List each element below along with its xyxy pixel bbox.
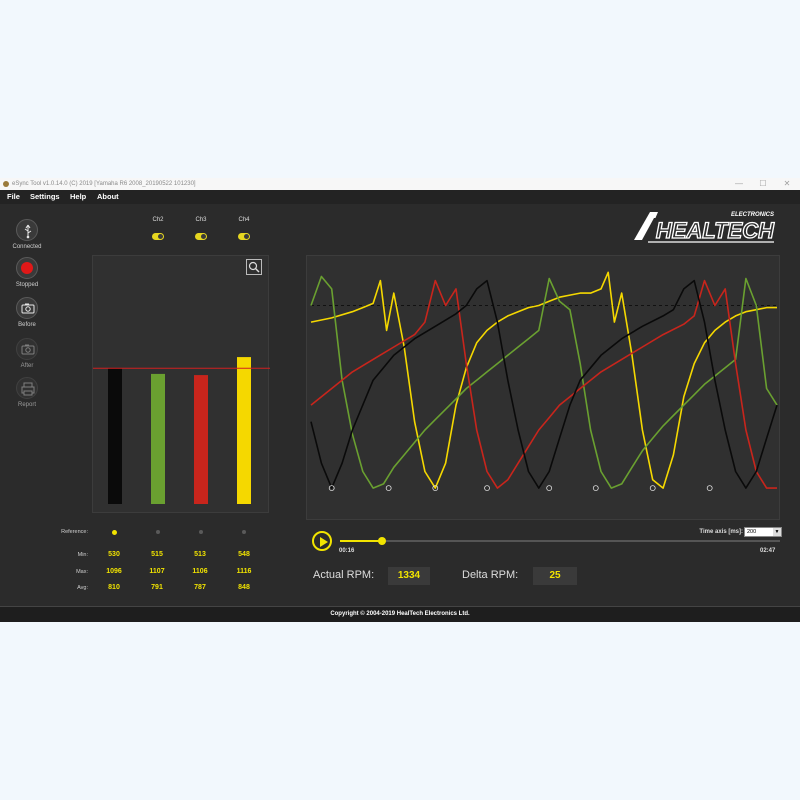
actual-rpm-value: 1334 xyxy=(388,567,430,585)
channel-label-ch3: Ch3 xyxy=(195,217,207,223)
usb-icon xyxy=(16,219,38,241)
toggle-ch4[interactable] xyxy=(238,233,250,240)
waveform-series-2 xyxy=(310,275,778,489)
app-window: eSync Tool v1.0.14.0 (C) 2019 [Yamaha R6… xyxy=(0,178,800,622)
bar-ch1 xyxy=(108,368,122,504)
sidebar-label-after: After xyxy=(20,363,34,369)
before-button[interactable]: Before xyxy=(12,297,42,328)
waveform-panel xyxy=(306,255,780,520)
min-marker-5 xyxy=(546,485,553,492)
menu-file[interactable]: File xyxy=(7,190,20,204)
magnifier-icon xyxy=(248,261,260,273)
maximize-button[interactable]: ☐ xyxy=(752,178,774,190)
time-axis-value: 200 xyxy=(747,529,757,535)
menu-help[interactable]: Help xyxy=(70,190,86,204)
avg-ch4: 848 xyxy=(238,584,250,591)
bar-chart-panel xyxy=(92,255,270,513)
min-ch4: 548 xyxy=(238,551,250,558)
title-bar: eSync Tool v1.0.14.0 (C) 2019 [Yamaha R6… xyxy=(0,178,800,190)
toggle-ch3[interactable] xyxy=(195,233,207,240)
menu-bar: File Settings Help About xyxy=(0,190,800,204)
waveform-series-4 xyxy=(310,279,778,489)
sidebar-label-before: Before xyxy=(18,322,36,328)
zoom-button[interactable] xyxy=(246,259,262,275)
camera-icon xyxy=(16,297,38,319)
seek-handle[interactable] xyxy=(378,537,387,545)
menu-settings[interactable]: Settings xyxy=(30,190,60,204)
time-axis-label: Time axis [ms]: xyxy=(699,529,743,535)
min-marker-6 xyxy=(592,485,599,492)
sidebar-label-connected: Connected xyxy=(12,244,42,250)
waveform-chart xyxy=(310,271,778,492)
chevron-down-icon: ▼ xyxy=(773,528,781,536)
printer-icon xyxy=(16,377,38,399)
report-button[interactable]: Report xyxy=(12,377,42,408)
avg-label: Avg: xyxy=(77,585,88,591)
reference-label: Reference: xyxy=(61,529,88,535)
reference-dot-ch2[interactable] xyxy=(156,530,160,534)
actual-rpm-label: Actual RPM: xyxy=(313,569,375,581)
after-button[interactable]: After xyxy=(12,338,42,369)
min-marker-4 xyxy=(484,485,490,492)
channel-label-ch2: Ch2 xyxy=(152,217,164,223)
camera-icon xyxy=(16,338,38,360)
min-ch3: 513 xyxy=(194,551,206,558)
sidebar-label-stopped: Stopped xyxy=(15,282,39,288)
sidebar-label-report: Report xyxy=(17,402,36,408)
bar-ch3 xyxy=(194,375,208,504)
seek-bar[interactable] xyxy=(340,537,780,545)
max-ch3: 1106 xyxy=(192,568,208,575)
bar-ch4 xyxy=(237,357,251,504)
bar-chart xyxy=(93,357,270,504)
max-ch2: 1107 xyxy=(149,568,165,575)
logo-text: HEALTECH xyxy=(656,218,775,243)
bar-ch2 xyxy=(151,373,165,504)
reference-dot-ch1[interactable] xyxy=(112,530,117,535)
delta-rpm-value: 25 xyxy=(533,567,577,585)
copyright-footer: Copyright © 2004-2019 HealTech Electroni… xyxy=(0,606,800,622)
waveform-series-3 xyxy=(310,279,777,489)
healtech-logo: ELECTRONICS HEALTECH xyxy=(634,212,776,244)
minimize-button[interactable]: — xyxy=(728,178,750,190)
reference-dot-ch4[interactable] xyxy=(242,530,246,534)
current-time: 00:16 xyxy=(339,548,355,554)
max-ch4: 1116 xyxy=(236,568,252,575)
avg-ch3: 787 xyxy=(194,584,206,591)
avg-ch2: 791 xyxy=(151,584,163,591)
max-label: Max: xyxy=(76,569,88,575)
min-label: Min: xyxy=(77,552,88,558)
total-time: 02:47 xyxy=(760,548,776,554)
time-axis-select[interactable]: 200 ▼ xyxy=(744,527,782,537)
play-button[interactable] xyxy=(312,531,332,551)
avg-ch1: 810 xyxy=(108,584,120,591)
toggle-ch2[interactable] xyxy=(152,233,164,240)
min-marker-8 xyxy=(706,485,713,492)
app-icon xyxy=(3,181,9,187)
delta-rpm-label: Delta RPM: xyxy=(462,569,519,581)
close-button[interactable]: ✕ xyxy=(776,178,798,190)
min-ch1: 530 xyxy=(108,551,120,558)
max-ch1: 1096 xyxy=(106,568,122,575)
menu-about[interactable]: About xyxy=(97,190,119,204)
window-title: eSync Tool v1.0.14.0 (C) 2019 [Yamaha R6… xyxy=(12,181,196,187)
channel-label-ch4: Ch4 xyxy=(238,217,250,223)
connected-button[interactable]: Connected xyxy=(12,219,42,250)
min-ch2: 515 xyxy=(151,551,163,558)
seek-progress xyxy=(340,540,383,542)
min-marker-2 xyxy=(385,485,392,492)
min-marker-7 xyxy=(649,485,656,492)
record-icon xyxy=(16,257,38,279)
stopped-button[interactable]: Stopped xyxy=(12,257,42,288)
reference-dot-ch3[interactable] xyxy=(199,530,203,534)
